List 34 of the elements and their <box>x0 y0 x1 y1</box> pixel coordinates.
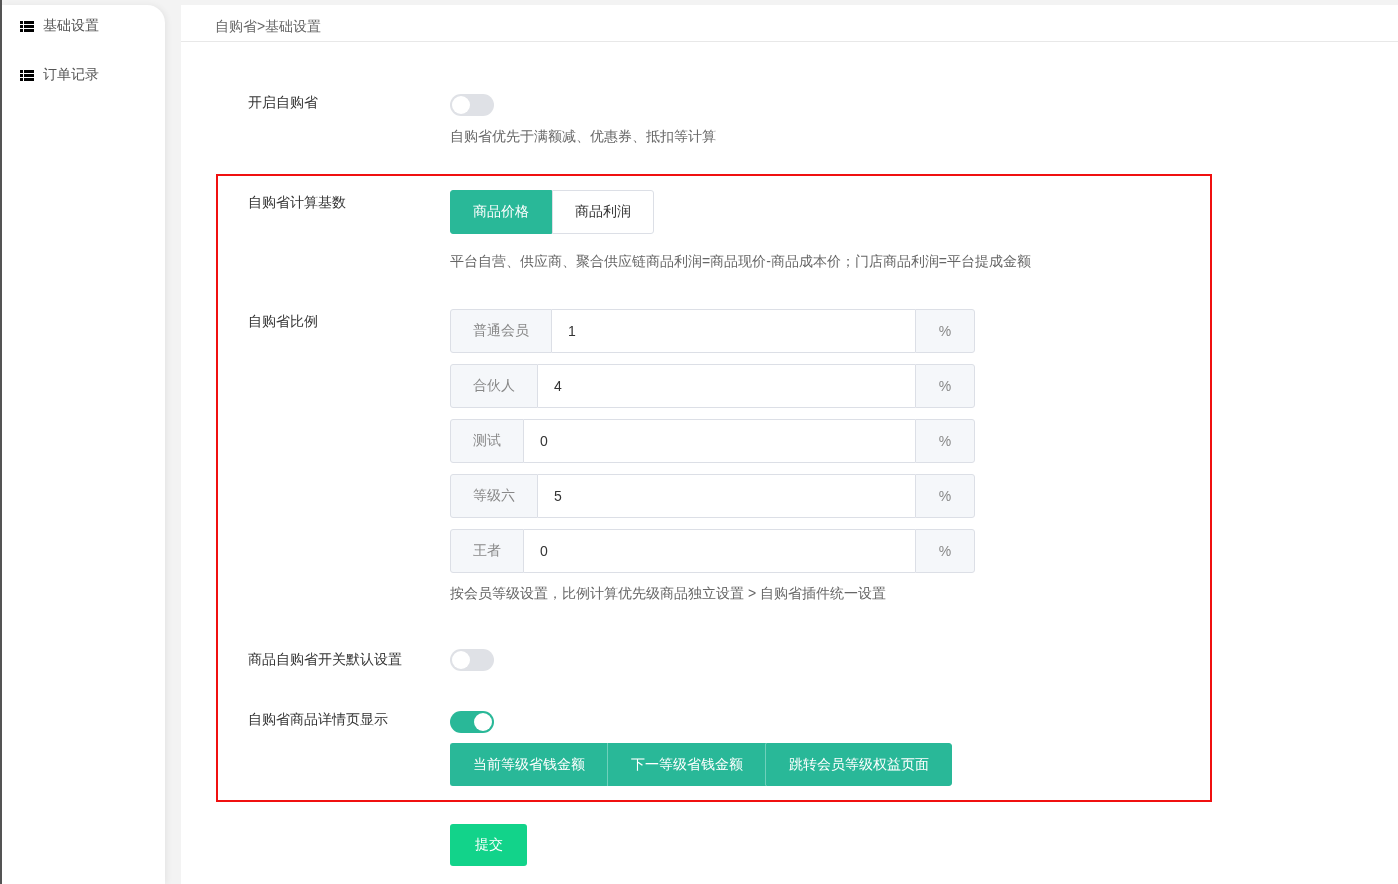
percent-addon: % <box>915 364 975 408</box>
level-name-addon: 王者 <box>450 529 524 573</box>
field-label: 自购省计算基数 <box>248 193 347 212</box>
field-label: 自购省商品详情页显示 <box>248 711 389 729</box>
list-icon <box>20 70 34 81</box>
field-label: 开启自购省 <box>248 94 319 112</box>
level-name-addon: 测试 <box>450 419 524 463</box>
ratio-input[interactable]: 5 <box>538 474 915 518</box>
segment-option[interactable]: 商品利润 <box>552 190 654 234</box>
help-text: 按会员等级设置，比例计算优先级商品独立设置 > 自购省插件统一设置 <box>450 585 886 603</box>
percent-addon: % <box>915 419 975 463</box>
field-label: 自购省比例 <box>248 312 319 331</box>
help-text: 平台自营、供应商、聚合供应链商品利润=商品现价-商品成本价；门店商品利润=平台提成金额 <box>450 253 1031 271</box>
toggle-switch[interactable] <box>450 94 494 116</box>
percent-addon: % <box>915 474 975 518</box>
sidebar-item-label: 订单记录 <box>43 66 99 84</box>
sidebar-item[interactable]: 订单记录 <box>2 66 165 115</box>
sidebar-item-label: 基础设置 <box>43 17 99 35</box>
ratio-input[interactable]: 0 <box>524 419 915 463</box>
level-name-addon: 普通会员 <box>450 309 552 353</box>
ratio-input[interactable]: 4 <box>538 364 915 408</box>
help-text: 自购省优先于满额减、优惠券、抵扣等计算 <box>450 128 716 146</box>
sidebar-item[interactable]: 基础设置 <box>2 17 165 66</box>
ratio-input[interactable]: 1 <box>552 309 915 353</box>
toggle-switch[interactable] <box>450 649 494 671</box>
ratio-input[interactable]: 0 <box>524 529 915 573</box>
percent-addon: % <box>915 309 975 353</box>
percent-addon: % <box>915 529 975 573</box>
level-name-addon: 合伙人 <box>450 364 538 408</box>
list-icon <box>20 21 34 32</box>
breadcrumb: 自购省>基础设置 <box>215 18 322 36</box>
toggle-switch[interactable] <box>450 711 494 733</box>
level-name-addon: 等级六 <box>450 474 538 518</box>
field-label: 商品自购省开关默认设置 <box>248 651 403 669</box>
